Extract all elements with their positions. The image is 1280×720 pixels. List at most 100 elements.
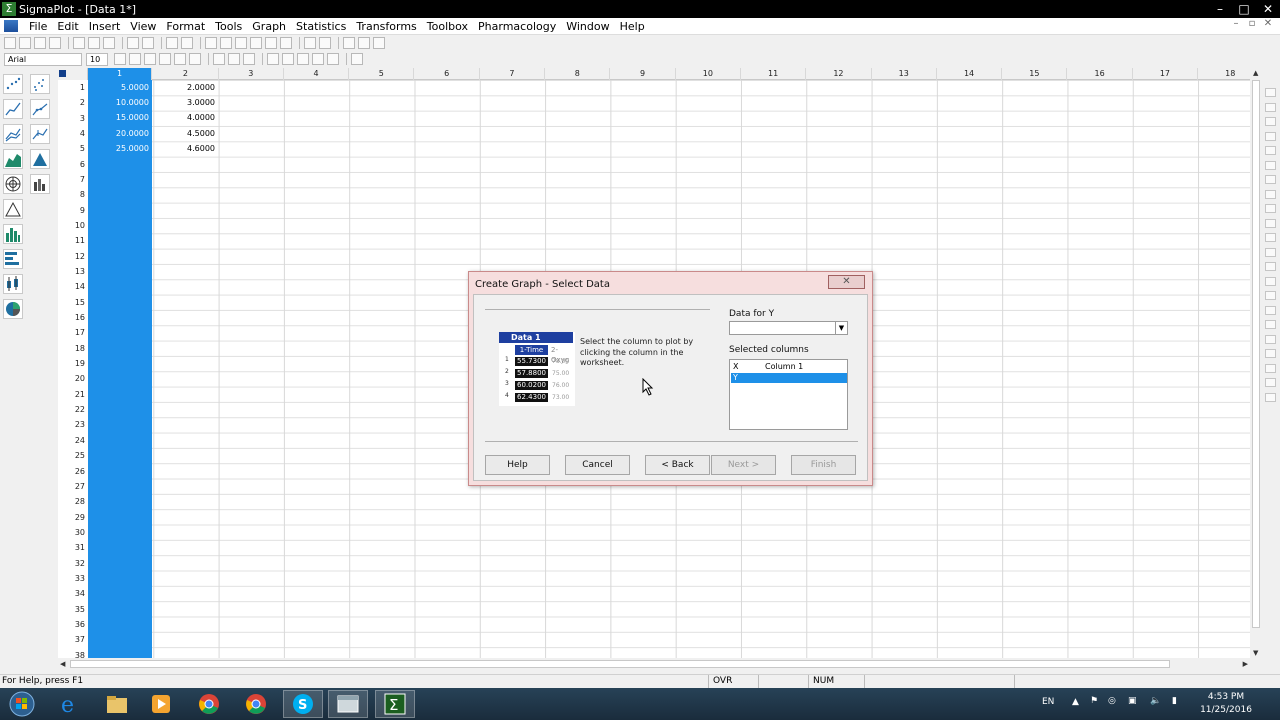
cut-icon[interactable]	[73, 37, 85, 49]
chrome-icon[interactable]	[236, 690, 276, 718]
table-icon[interactable]	[220, 37, 232, 49]
row-header[interactable]: 12	[58, 249, 88, 264]
worksheet-cell[interactable]: 10.0000	[88, 95, 152, 110]
row-header[interactable]: 9	[58, 203, 88, 218]
align-right-icon[interactable]	[243, 53, 255, 65]
zoom-icon[interactable]	[265, 37, 277, 49]
notebook-icon[interactable]	[181, 37, 193, 49]
menu-window[interactable]: Window	[561, 20, 614, 33]
rotate-icon[interactable]	[1265, 233, 1276, 242]
sigmaplot-icon[interactable]: Σ	[375, 690, 415, 718]
row-header[interactable]: 14	[58, 279, 88, 294]
column-header[interactable]: 7	[480, 68, 546, 80]
row-header[interactable]: 34	[58, 586, 88, 601]
column-header[interactable]: 11	[741, 68, 807, 80]
align-center-icon[interactable]	[228, 53, 240, 65]
row-header[interactable]: 8	[58, 187, 88, 202]
column-header[interactable]: 15	[1002, 68, 1068, 80]
column-header[interactable]: 5	[349, 68, 415, 80]
line-style-icon[interactable]	[1265, 189, 1276, 199]
horizontal-bar-icon[interactable]	[3, 249, 23, 269]
menu-transforms[interactable]: Transforms	[351, 20, 421, 33]
3d-bar-icon[interactable]	[30, 174, 50, 194]
copy-icon[interactable]	[88, 37, 100, 49]
select-all-corner[interactable]	[58, 68, 88, 80]
redo-icon[interactable]	[142, 37, 154, 49]
line-tool-icon[interactable]	[1265, 102, 1276, 112]
worksheet-cell[interactable]: 5.0000	[88, 80, 152, 95]
tray-app-icon[interactable]: ▣	[1128, 696, 1137, 720]
lock-icon[interactable]	[1265, 349, 1276, 358]
polar-plot-icon[interactable]	[3, 174, 23, 194]
box-tool-icon[interactable]	[1265, 131, 1276, 141]
help-button[interactable]: Help	[485, 455, 550, 475]
select-tool-icon[interactable]	[1265, 160, 1276, 170]
scroll-thumb[interactable]	[1252, 80, 1260, 628]
worksheet-cell[interactable]: 4.0000	[153, 110, 218, 125]
row-header[interactable]: 7	[58, 172, 88, 187]
worksheet-cell[interactable]: 25.0000	[88, 141, 152, 156]
row-header[interactable]: 2	[58, 95, 88, 110]
skype-icon[interactable]: S	[283, 690, 323, 718]
column-header[interactable]: 16	[1068, 68, 1133, 80]
transform-icon[interactable]	[250, 37, 262, 49]
row-header[interactable]: 10	[58, 218, 88, 233]
text-tool-icon[interactable]	[1265, 88, 1276, 97]
row-header[interactable]: 32	[58, 556, 88, 571]
maximize-icon[interactable]: □	[1232, 0, 1256, 18]
pattern-icon[interactable]	[327, 53, 339, 65]
zoom-level-icon[interactable]	[304, 37, 316, 49]
row-header[interactable]: 28	[58, 494, 88, 509]
menu-pharmacology[interactable]: Pharmacology	[473, 20, 561, 33]
chevron-down-icon[interactable]: ▼	[835, 322, 847, 334]
row-header[interactable]: 11	[58, 233, 88, 248]
scroll-thumb[interactable]	[70, 660, 1170, 668]
font-select[interactable]: Arial	[4, 52, 82, 66]
graph-wizard-icon[interactable]	[205, 37, 217, 49]
align-icon[interactable]	[1265, 247, 1276, 257]
font-size-select[interactable]: 10	[86, 52, 108, 66]
scroll-down-icon[interactable]: ▼	[1253, 649, 1258, 657]
order-icon[interactable]	[1265, 392, 1276, 402]
document-icon[interactable]	[4, 20, 18, 32]
row-header[interactable]: 27	[58, 479, 88, 494]
properties-icon[interactable]	[280, 37, 292, 49]
file-explorer-icon[interactable]	[97, 690, 137, 718]
column-header[interactable]: 17	[1133, 68, 1199, 80]
list-item[interactable]: X Column 1	[731, 362, 847, 372]
row-header[interactable]: 24	[58, 433, 88, 448]
arrow-tool-icon[interactable]	[1265, 117, 1276, 126]
flip-icon[interactable]	[1265, 305, 1276, 315]
row-header[interactable]: 19	[58, 356, 88, 371]
row-header[interactable]: 22	[58, 402, 88, 417]
column-header[interactable]: 13	[872, 68, 937, 80]
column-header[interactable]: 6	[415, 68, 480, 80]
row-header[interactable]: 16	[58, 310, 88, 325]
network-icon[interactable]: ▮	[1172, 696, 1177, 720]
report-icon[interactable]	[235, 37, 247, 49]
cancel-button[interactable]: Cancel	[565, 455, 630, 475]
row-header[interactable]: 21	[58, 387, 88, 402]
paste-icon[interactable]	[103, 37, 115, 49]
bold-icon[interactable]	[114, 53, 126, 65]
print-icon[interactable]	[49, 37, 61, 49]
worksheet-icon[interactable]	[166, 37, 178, 49]
row-header[interactable]: 26	[58, 464, 88, 479]
close-icon[interactable]: ✕	[1256, 0, 1280, 18]
scroll-left-icon[interactable]: ◀	[60, 660, 65, 668]
row-header[interactable]: 17	[58, 325, 88, 340]
row-header[interactable]: 37	[58, 632, 88, 647]
menu-insert[interactable]: Insert	[84, 20, 126, 33]
row-header[interactable]: 25	[58, 448, 88, 463]
help-icon[interactable]	[343, 37, 355, 49]
worksheet-cell[interactable]: 3.0000	[153, 95, 218, 110]
fill-icon[interactable]	[312, 53, 324, 65]
worksheet-cell[interactable]: 4.5000	[153, 126, 218, 141]
mdi-close-icon[interactable]: ✕	[1260, 18, 1276, 29]
close-icon[interactable]: ✕	[828, 275, 865, 289]
line-style-icon[interactable]	[282, 53, 294, 65]
align-left-icon[interactable]	[213, 53, 225, 65]
action-center-icon[interactable]: ⚑	[1090, 696, 1098, 720]
box-plot-icon[interactable]	[3, 274, 23, 294]
internet-explorer-icon[interactable]: e	[50, 690, 90, 718]
